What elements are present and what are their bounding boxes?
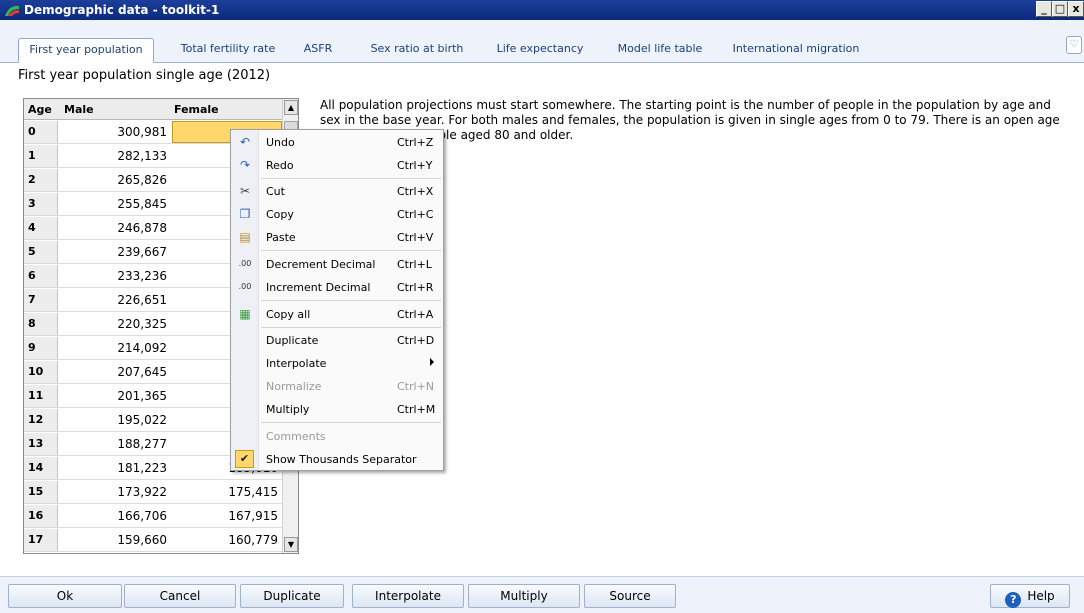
row-header-age[interactable]: 3 [24,193,58,215]
row-header-age[interactable]: 6 [24,265,58,287]
checkmark-icon: ✔ [235,450,254,468]
header-male[interactable]: Male [64,103,94,116]
copy-icon: ❐ [239,207,251,221]
cell-female[interactable]: 167,915 [172,505,282,527]
app-icon [5,5,19,16]
row-header-age[interactable]: 13 [24,433,58,455]
menu-item-interpolate[interactable]: Interpolate [231,352,443,374]
tab-international-migration[interactable]: International migration [726,38,866,62]
cell-male[interactable]: 214,092 [59,337,171,359]
row-header-age[interactable]: 4 [24,217,58,239]
row-header-age[interactable]: 10 [24,361,58,383]
tab-model-life-table[interactable]: Model life table [608,38,712,62]
table-row[interactable]: 16 166,706 167,915 [24,505,284,528]
scissors-icon: ✂ [239,184,251,198]
cell-male[interactable]: 173,922 [59,481,171,503]
interpolate-button[interactable]: Interpolate [352,584,464,608]
row-header-age[interactable]: 17 [24,529,58,551]
menu-item-multiply[interactable]: Multiply Ctrl+M [231,398,443,420]
help-label: Help [1027,589,1055,603]
cell-male[interactable]: 239,667 [59,241,171,263]
menu-item-copy[interactable]: ❐ Copy Ctrl+C [231,203,443,225]
cancel-button[interactable]: Cancel [124,584,236,608]
menu-item-normalize: Normalize Ctrl+N [266,380,435,393]
tab-life-expectancy[interactable]: Life expectancy [488,38,592,62]
cell-male[interactable]: 188,277 [59,433,171,455]
row-header-age[interactable]: 15 [24,481,58,503]
header-age[interactable]: Age [28,103,52,116]
undo-icon: ↶ [239,135,251,149]
menu-item-show-thousands-separator[interactable]: ✔ Show Thousands Separator [231,448,443,470]
cell-male[interactable]: 246,878 [59,217,171,239]
menu-item-copy-all[interactable]: ▦ Copy all Ctrl+A [231,303,443,325]
tab-asfr[interactable]: ASFR [296,38,340,62]
menu-item-undo[interactable]: ↶ Undo Ctrl+Z [231,131,443,153]
menu-item-comments: Comments [266,430,326,443]
submenu-arrow-icon [430,358,434,366]
cell-male[interactable]: 265,826 [59,169,171,191]
row-header-age[interactable]: 1 [24,145,58,167]
row-header-age[interactable]: 9 [24,337,58,359]
menu-item-duplicate[interactable]: Duplicate Ctrl+D [231,329,443,351]
menu-item-paste[interactable]: ▤ Paste Ctrl+V [231,226,443,248]
tab-menu-icon[interactable]: ♡ [1066,36,1082,54]
row-header-age[interactable]: 2 [24,169,58,191]
tab-total-fertility-rate[interactable]: Total fertility rate [168,38,288,62]
menu-item-increment-decimal[interactable]: .00 Increment Decimal Ctrl+R [231,276,443,298]
help-button[interactable]: ? Help [990,584,1070,608]
paste-icon: ▤ [239,230,251,244]
cell-male[interactable]: 233,236 [59,265,171,287]
row-header-age[interactable]: 14 [24,457,58,479]
redo-icon: ↷ [239,158,251,172]
section-title: First year population single age (2012) [18,68,271,83]
multiply-button[interactable]: Multiply [468,584,580,608]
close-button[interactable]: x [1068,1,1084,17]
cell-male[interactable]: 220,325 [59,313,171,335]
table-row[interactable]: 15 173,922 175,415 [24,481,284,504]
row-header-age[interactable]: 12 [24,409,58,431]
duplicate-button[interactable]: Duplicate [240,584,344,608]
cell-male[interactable]: 300,981 [59,121,171,143]
copy-all-icon: ▦ [239,307,251,321]
cell-male[interactable]: 282,133 [59,145,171,167]
tab-first-year-population[interactable]: First year population [18,38,154,63]
cell-male[interactable]: 226,651 [59,289,171,311]
ok-button[interactable]: Ok [8,584,122,608]
cell-male[interactable]: 166,706 [59,505,171,527]
bottom-toolbar: Ok Cancel Duplicate Interpolate Multiply… [0,576,1084,613]
cell-female[interactable]: 160,779 [172,529,282,551]
menu-item-decrement-decimal[interactable]: .00 Decrement Decimal Ctrl+L [231,253,443,275]
scroll-down-icon[interactable]: ▼ [284,537,298,552]
tab-bar: First year population Total fertility ra… [0,20,1084,63]
row-header-age[interactable]: 8 [24,313,58,335]
help-icon: ? [1005,592,1022,608]
source-button[interactable]: Source [584,584,676,608]
cell-male[interactable]: 207,645 [59,361,171,383]
cell-male[interactable]: 201,365 [59,385,171,407]
table-row[interactable]: 17 159,660 160,779 [24,529,284,552]
cell-male[interactable]: 195,022 [59,409,171,431]
menu-item-cut[interactable]: ✂ Cut Ctrl+X [231,180,443,202]
cell-female[interactable]: 175,415 [172,481,282,503]
row-header-age[interactable]: 0 [24,121,58,143]
window-title: Demographic data - toolkit-1 [24,3,220,17]
maximize-button[interactable]: □ [1052,1,1068,17]
row-header-age[interactable]: 16 [24,505,58,527]
header-female[interactable]: Female [174,103,219,116]
context-menu: ↶ Undo Ctrl+Z ↷ Redo Ctrl+Y ✂ Cut Ctrl+X… [230,129,444,471]
minimize-button[interactable]: _ [1036,1,1052,17]
grid-header: Age Male Female [24,99,284,120]
row-header-age[interactable]: 11 [24,385,58,407]
tab-sex-ratio-at-birth[interactable]: Sex ratio at birth [358,38,476,62]
cell-male[interactable]: 159,660 [59,529,171,551]
row-header-age[interactable]: 5 [24,241,58,263]
cell-male[interactable]: 255,845 [59,193,171,215]
title-bar: Demographic data - toolkit-1 _ □ x [0,0,1084,20]
menu-item-redo[interactable]: ↷ Redo Ctrl+Y [231,154,443,176]
decrement-decimal-icon: .00 [238,259,252,268]
row-header-age[interactable]: 7 [24,289,58,311]
increment-decimal-icon: .00 [238,282,252,291]
scroll-up-icon[interactable]: ▲ [284,100,298,115]
cell-male[interactable]: 181,223 [59,457,171,479]
